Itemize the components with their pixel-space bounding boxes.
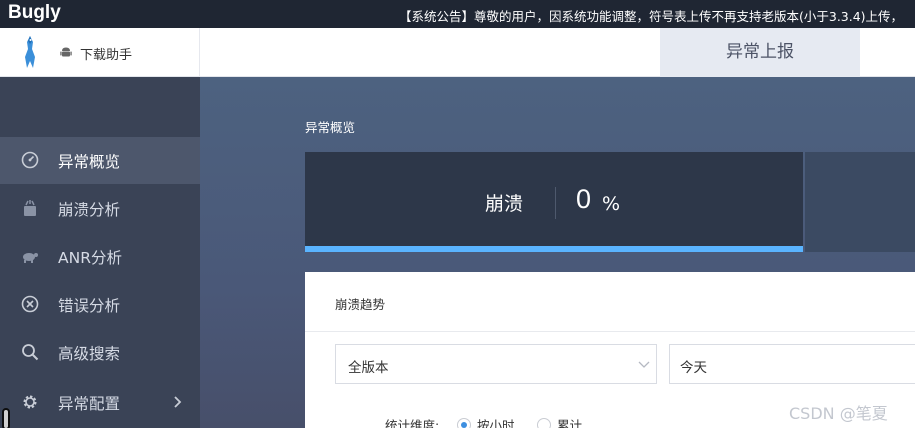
radio-by-hour-label[interactable]: 按小时 <box>477 415 515 428</box>
sidebar-item-label: 异常概览 <box>58 153 121 171</box>
divider <box>305 331 915 332</box>
sidebar-item-label: 错误分析 <box>58 297 121 315</box>
version-select[interactable]: 全版本 <box>335 344 657 384</box>
stat-dimension-label: 统计维度: <box>385 418 440 428</box>
crash-rate-unit: % <box>602 193 621 215</box>
watermark: CSDN @笔夏 <box>789 404 888 423</box>
sidebar-item-label: 高级搜索 <box>58 345 121 363</box>
sidebar-item-advanced-search[interactable]: 高级搜索 <box>0 329 200 376</box>
logo-area: 下载助手 <box>0 28 200 77</box>
date-range-select[interactable]: 今天 <box>669 344 915 384</box>
chevron-right-icon <box>174 396 182 408</box>
crash-rate-value: 0 <box>576 184 592 214</box>
bugly-bird-icon[interactable] <box>20 35 40 69</box>
sub-header: 下载助手 异常上报 <box>0 28 915 77</box>
date-range-value: 今天 <box>680 360 707 376</box>
turtle-icon <box>23 253 38 263</box>
sidebar: 异常概览 崩溃分析 ANR分析 错误分析 高级搜索 异常配置 <box>0 77 200 428</box>
brand-logo[interactable]: Bugly <box>8 2 61 24</box>
system-notice[interactable]: 【系统公告】尊敬的用户，因系统功能调整，符号表上传不再支持老版本(小于3.3.4… <box>399 6 903 25</box>
search-icon <box>22 344 39 361</box>
chevron-down-icon <box>638 361 650 368</box>
download-helper-link[interactable]: 下载助手 <box>80 44 132 63</box>
sidebar-item-anr-analysis[interactable]: ANR分析 <box>0 233 200 280</box>
panel-title: 崩溃趋势 <box>335 297 386 312</box>
page-title: 异常概览 <box>305 120 356 135</box>
gear-icon <box>23 395 37 409</box>
radio-cumulative-label[interactable]: 累计 <box>557 415 582 428</box>
top-bar: Bugly 【系统公告】尊敬的用户，因系统功能调整，符号表上传不再支持老版本(小… <box>0 0 915 28</box>
scrollbar-handle[interactable] <box>2 408 10 428</box>
crash-icon <box>24 200 36 216</box>
dashboard-icon <box>21 151 39 169</box>
radio-cumulative[interactable] <box>537 418 551 428</box>
tab-exception-report[interactable]: 异常上报 <box>660 28 860 77</box>
crash-rate-card[interactable]: 崩溃 0 % <box>305 152 803 252</box>
sidebar-item-overview[interactable]: 异常概览 <box>0 137 200 184</box>
main-content: 异常概览 崩溃 0 % 崩溃趋势 全版本 今天 统计维度: 按小时 累计 <box>200 77 915 428</box>
sidebar-item-crash-analysis[interactable]: 崩溃分析 <box>0 185 200 232</box>
sidebar-item-label: 崩溃分析 <box>58 201 121 219</box>
android-icon <box>60 47 72 57</box>
radio-by-hour[interactable] <box>457 418 471 428</box>
crash-card-accent-bar <box>305 246 803 252</box>
sidebar-item-error-analysis[interactable]: 错误分析 <box>0 281 200 328</box>
version-select-value: 全版本 <box>348 360 389 376</box>
sidebar-item-label: ANR分析 <box>58 249 122 267</box>
sidebar-item-exception-config[interactable]: 异常配置 <box>0 379 200 426</box>
crash-label: 崩溃 <box>485 193 524 215</box>
sidebar-item-label: 异常配置 <box>58 395 121 413</box>
next-metric-card[interactable] <box>805 152 915 252</box>
error-circle-icon <box>21 295 39 313</box>
divider <box>555 187 556 219</box>
